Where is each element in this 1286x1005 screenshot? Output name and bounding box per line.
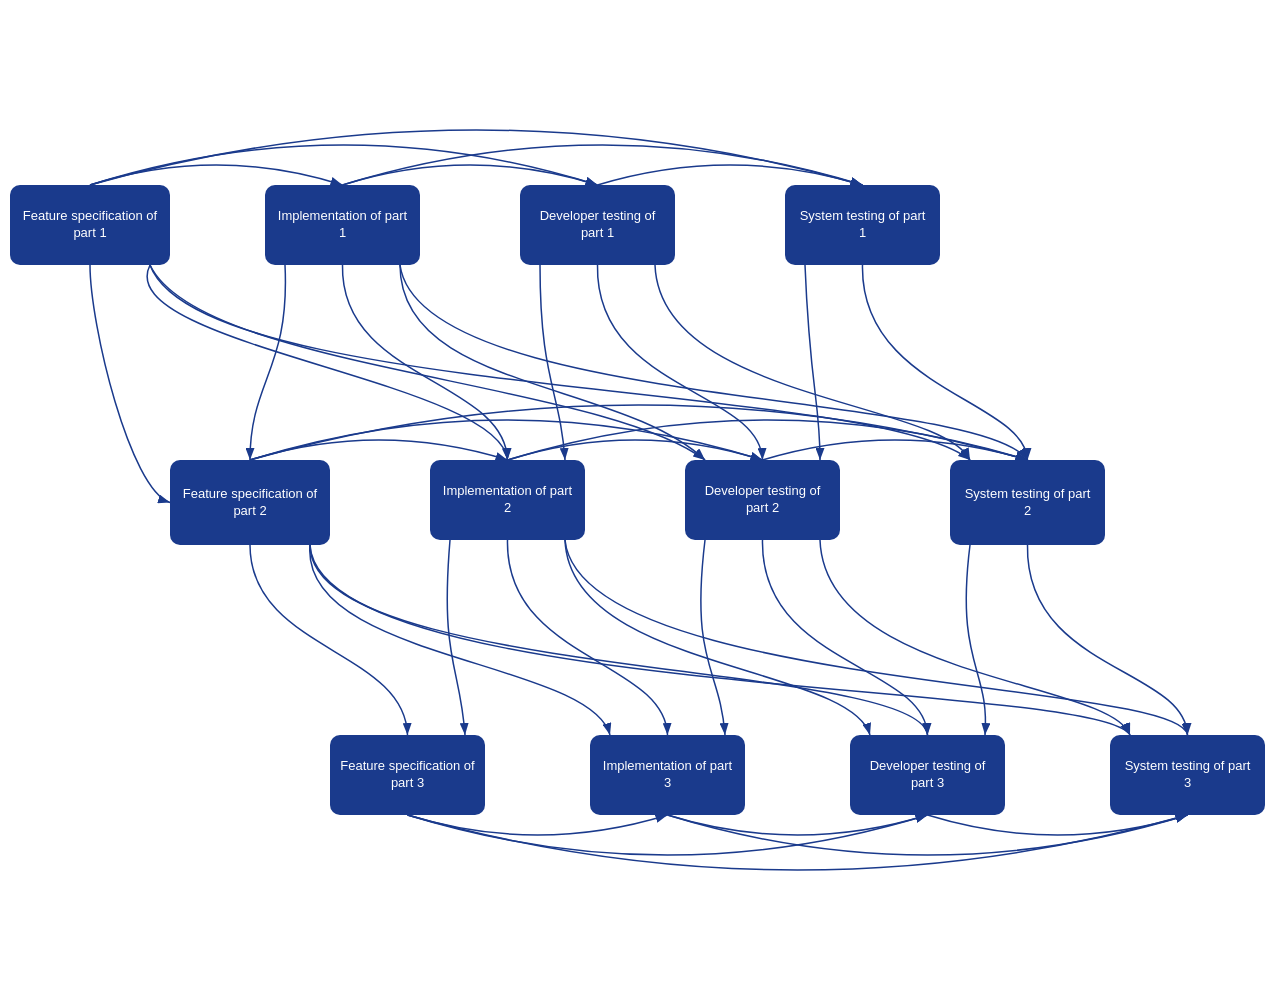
diagram-container: Feature specification of part 1 Implement…: [0, 0, 1286, 1005]
node-r3c2: Implementation of part 3: [590, 735, 745, 815]
node-r3c1: Feature specification of part 3: [330, 735, 485, 815]
node-r3c3: Developer testing of part 3: [850, 735, 1005, 815]
node-r1c1: Feature specification of part 1: [10, 185, 170, 265]
node-r2c1: Feature specification of part 2: [170, 460, 330, 545]
node-r2c2: Implementation of part 2: [430, 460, 585, 540]
node-r1c4: System testing of part 1: [785, 185, 940, 265]
node-r1c2: Implementation of part 1: [265, 185, 420, 265]
node-r2c3: Developer testing of part 2: [685, 460, 840, 540]
node-r3c4: System testing of part 3: [1110, 735, 1265, 815]
node-r1c3: Developer testing of part 1: [520, 185, 675, 265]
node-r2c4: System testing of part 2: [950, 460, 1105, 545]
